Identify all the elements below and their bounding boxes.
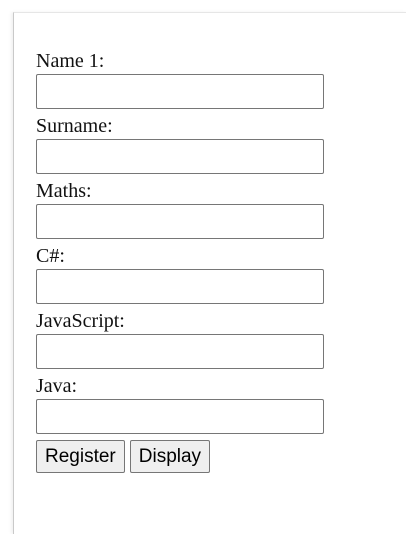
field-group-javascript: JavaScript: bbox=[36, 309, 356, 374]
form-actions: Register Display bbox=[36, 440, 356, 473]
csharp-input[interactable] bbox=[36, 269, 324, 304]
student-form: Name 1: Surname: Maths: C#: JavaScript: … bbox=[36, 49, 356, 473]
java-input[interactable] bbox=[36, 399, 324, 434]
javascript-input[interactable] bbox=[36, 334, 324, 369]
field-group-name: Name 1: bbox=[36, 49, 356, 114]
javascript-label: JavaScript: bbox=[36, 310, 125, 332]
field-group-csharp: C#: bbox=[36, 244, 356, 309]
field-group-surname: Surname: bbox=[36, 114, 356, 179]
java-label: Java: bbox=[36, 375, 78, 397]
maths-input[interactable] bbox=[36, 204, 324, 239]
register-button[interactable]: Register bbox=[36, 440, 125, 473]
surname-label: Surname: bbox=[36, 115, 113, 137]
surname-input[interactable] bbox=[36, 139, 324, 174]
csharp-label: C#: bbox=[36, 245, 65, 267]
field-group-maths: Maths: bbox=[36, 179, 356, 244]
name-input[interactable] bbox=[36, 74, 324, 109]
maths-label: Maths: bbox=[36, 180, 92, 202]
name-label: Name 1: bbox=[36, 50, 105, 72]
display-button[interactable]: Display bbox=[129, 440, 211, 473]
field-group-java: Java: bbox=[36, 374, 356, 439]
